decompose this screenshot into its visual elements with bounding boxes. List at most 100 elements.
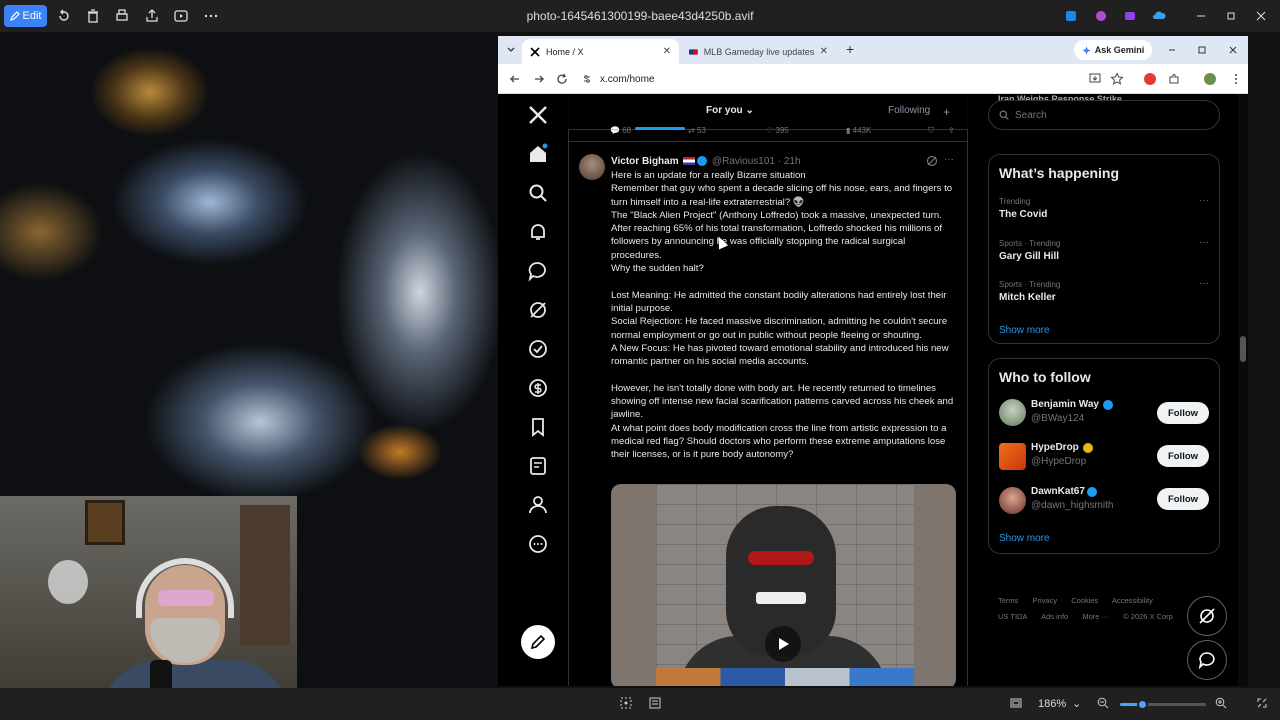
avatar[interactable] (999, 443, 1026, 470)
play-button[interactable] (765, 626, 801, 662)
follow-name[interactable]: DawnKat67 (1031, 486, 1085, 497)
scrollbar-thumb[interactable] (1240, 336, 1246, 362)
monetization-icon[interactable] (527, 377, 549, 399)
footer-link[interactable]: Cookies (1071, 596, 1098, 605)
trend-name[interactable]: Gary Gill Hill (999, 251, 1059, 262)
chat-icon[interactable] (527, 260, 549, 282)
profile-avatar-icon[interactable] (1203, 72, 1217, 86)
minimize-icon[interactable] (1167, 45, 1177, 55)
footer-link[interactable]: Privacy (1033, 596, 1058, 605)
grok-icon (1199, 608, 1215, 624)
bookmarks-icon[interactable] (527, 416, 549, 438)
profile-icon[interactable] (527, 494, 549, 516)
tab-close-icon[interactable]: ✕ (663, 46, 671, 57)
post-author-name[interactable]: Victor Bigham (611, 156, 679, 167)
back-icon[interactable] (508, 72, 522, 86)
tray-app-icon[interactable] (1094, 9, 1108, 23)
bookmark-star-icon[interactable] (1110, 72, 1124, 86)
share-icon[interactable]: ⇪ (948, 126, 955, 135)
minimize-icon[interactable] (1194, 9, 1208, 23)
extension-adblock-icon[interactable] (1143, 72, 1157, 86)
post-more-icon[interactable]: ··· (944, 154, 954, 165)
tab-for-you[interactable]: For you ⌄ (706, 105, 754, 116)
zoom-out-icon[interactable] (1097, 697, 1109, 709)
install-app-icon[interactable] (1088, 72, 1102, 86)
repost-count[interactable]: ⇄ 53 (688, 126, 706, 135)
add-feed-icon[interactable]: + (943, 105, 950, 119)
page-scrollbar[interactable] (1238, 94, 1248, 686)
trend-more-icon[interactable]: ··· (1199, 278, 1209, 289)
follow-button[interactable]: Follow (1157, 445, 1209, 467)
avatar[interactable] (999, 487, 1026, 514)
tray-app-icon[interactable] (1123, 9, 1137, 23)
notifications-icon[interactable] (527, 221, 549, 243)
new-tab-icon[interactable]: + (846, 41, 854, 57)
x-logo-icon[interactable] (527, 104, 549, 126)
trend-name[interactable]: Mitch Keller (999, 292, 1056, 303)
zoom-level[interactable]: 186% (1038, 698, 1066, 710)
follow-button[interactable]: Follow (1157, 488, 1209, 510)
articles-icon[interactable] (527, 455, 549, 477)
tab-home-x[interactable]: Home / X ✕ (522, 39, 679, 64)
tab-mlb[interactable]: MLB Gameday live updates: Pir ✕ (681, 39, 836, 64)
close-icon[interactable] (1254, 9, 1268, 23)
footer-link[interactable]: Ads info (1041, 612, 1068, 621)
explore-icon[interactable] (527, 182, 549, 204)
tab-list-icon[interactable] (506, 45, 516, 55)
grok-fab-button[interactable] (1187, 596, 1227, 636)
extensions-icon[interactable] (1167, 72, 1181, 86)
reply-count[interactable]: 💬 68 (610, 126, 631, 135)
search-input[interactable]: Search (988, 100, 1220, 130)
footer-link[interactable]: US TIDA (998, 612, 1027, 621)
tab-label: Home / X (546, 46, 584, 57)
trend-more-icon[interactable]: ··· (1199, 237, 1209, 248)
follow-button[interactable]: Follow (1157, 402, 1209, 424)
post-author-handle[interactable]: @Ravious101 · 21h (712, 156, 801, 167)
reload-icon[interactable] (555, 72, 569, 86)
compose-post-button[interactable] (521, 625, 555, 659)
post-author-avatar[interactable] (579, 154, 605, 180)
verified-orgs-icon[interactable] (527, 338, 549, 360)
follow-name[interactable]: HypeDrop (1031, 442, 1079, 453)
footer-links: Terms Privacy Cookies Accessibility US T… (998, 593, 1218, 625)
tab-following[interactable]: Following (888, 105, 930, 116)
grok-explain-icon[interactable] (926, 155, 938, 167)
close-icon[interactable] (1228, 45, 1238, 55)
zoom-slider-thumb[interactable] (1137, 699, 1148, 710)
verified-badge-icon (1103, 400, 1113, 410)
tray-cloud-icon[interactable] (1152, 9, 1166, 23)
restore-icon[interactable] (1224, 9, 1238, 23)
crop-select-icon[interactable] (619, 696, 633, 710)
more-icon[interactable] (527, 533, 549, 555)
view-count[interactable]: ▮ 443K (846, 126, 871, 135)
show-more-link[interactable]: Show more (999, 325, 1050, 336)
whats-happening-panel: What’s happening Trending The Covid ··· … (988, 154, 1220, 344)
maximize-icon[interactable] (1197, 45, 1207, 55)
fullscreen-icon[interactable] (1256, 697, 1268, 709)
browser-menu-icon[interactable] (1229, 72, 1243, 86)
fit-to-window-icon[interactable] (1009, 696, 1023, 710)
avatar[interactable] (999, 399, 1026, 426)
ask-gemini-button[interactable]: Ask Gemini (1074, 40, 1152, 60)
forward-icon[interactable] (532, 72, 546, 86)
like-count[interactable]: ♡ 395 (766, 126, 789, 135)
bookmark-icon[interactable]: ⛉ (928, 126, 934, 136)
stat-value: 53 (696, 126, 706, 135)
site-info-icon[interactable] (582, 74, 592, 84)
footer-link[interactable]: Accessibility (1112, 596, 1153, 605)
zoom-dropdown-icon[interactable]: ⌄ (1072, 697, 1081, 710)
zoom-in-icon[interactable] (1215, 697, 1227, 709)
tray-app-icon[interactable] (1064, 9, 1078, 23)
trend-more-icon[interactable]: ··· (1199, 195, 1209, 206)
footer-link[interactable]: Terms (998, 596, 1018, 605)
url-field[interactable]: x.com/home (582, 70, 1072, 88)
footer-link[interactable]: More ··· (1082, 612, 1109, 621)
messages-fab-button[interactable] (1187, 640, 1227, 680)
show-more-link[interactable]: Show more (999, 533, 1050, 544)
home-icon[interactable] (527, 143, 549, 165)
tab-close-icon[interactable]: ✕ (820, 46, 828, 57)
trend-name[interactable]: The Covid (999, 209, 1047, 220)
follow-name[interactable]: Benjamin Way (1031, 399, 1099, 410)
info-panel-icon[interactable] (648, 696, 662, 710)
grok-icon[interactable] (527, 299, 549, 321)
